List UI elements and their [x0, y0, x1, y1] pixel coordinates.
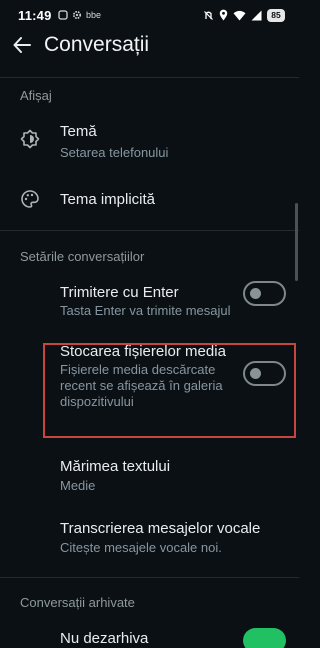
- keep-archived-toggle[interactable]: [243, 628, 286, 648]
- page-title: Conversații: [44, 33, 150, 56]
- signal-icon: [251, 10, 262, 20]
- highlight-frame: [43, 343, 296, 438]
- notification-icon: [58, 10, 68, 20]
- setting-text-size-title: Mărimea textului: [60, 458, 171, 475]
- palette-icon: [21, 190, 39, 208]
- setting-keep-archived-title: Nu dezarhiva: [60, 630, 149, 647]
- toggle-knob: [250, 288, 261, 299]
- setting-enter-send-subtitle: Tasta Enter va trimite mesajul: [60, 303, 231, 318]
- setting-text-size-subtitle: Medie: [60, 478, 96, 493]
- status-left-text: bbe: [86, 10, 102, 20]
- section-divider: [0, 230, 299, 231]
- setting-text-size[interactable]: Mărimea textului Medie: [0, 452, 299, 498]
- setting-enter-send[interactable]: Trimitere cu Enter Tasta Enter va trimit…: [0, 277, 299, 337]
- status-left-icons: bbe: [58, 9, 101, 21]
- setting-theme-subtitle: Setarea telefonului: [60, 145, 169, 160]
- scrollbar[interactable]: [295, 203, 298, 281]
- section-divider: [0, 577, 299, 578]
- arrow-back-icon: [13, 37, 31, 53]
- section-header-archived: Conversații arhivate: [20, 595, 135, 610]
- enter-send-toggle[interactable]: [243, 281, 286, 306]
- section-header-display: Afișaj: [20, 88, 52, 103]
- app-bar-divider: [0, 77, 299, 78]
- setting-enter-send-title: Trimitere cu Enter: [60, 284, 179, 301]
- status-time: 11:49: [18, 8, 52, 23]
- setting-theme[interactable]: Temă Setarea telefonului: [0, 115, 299, 165]
- setting-voice-transcripts-title: Transcrierea mesajelor vocale: [60, 520, 261, 537]
- wifi-icon: [233, 10, 246, 20]
- status-right-icons: 85: [203, 8, 285, 22]
- setting-theme-title: Temă: [60, 123, 97, 140]
- back-button[interactable]: [9, 32, 35, 58]
- status-bar: 11:49 bbe 85: [0, 0, 299, 30]
- section-header-chat-settings: Setările conversațiilor: [20, 249, 145, 264]
- battery-indicator: 85: [267, 8, 285, 22]
- app-bar: Conversații: [0, 30, 299, 64]
- setting-voice-transcripts[interactable]: Transcrierea mesajelor vocale Citește me…: [0, 513, 299, 561]
- setting-default-theme-title: Tema implicită: [60, 191, 156, 208]
- do-not-disturb-icon: [204, 10, 213, 20]
- setting-keep-archived[interactable]: Nu dezarhiva: [0, 622, 299, 648]
- settings-icon: [72, 10, 82, 20]
- brightness-icon: [20, 129, 40, 149]
- setting-voice-transcripts-subtitle: Citește mesajele vocale noi.: [60, 540, 222, 555]
- setting-default-theme[interactable]: Tema implicită: [0, 182, 299, 218]
- location-icon: [219, 9, 228, 21]
